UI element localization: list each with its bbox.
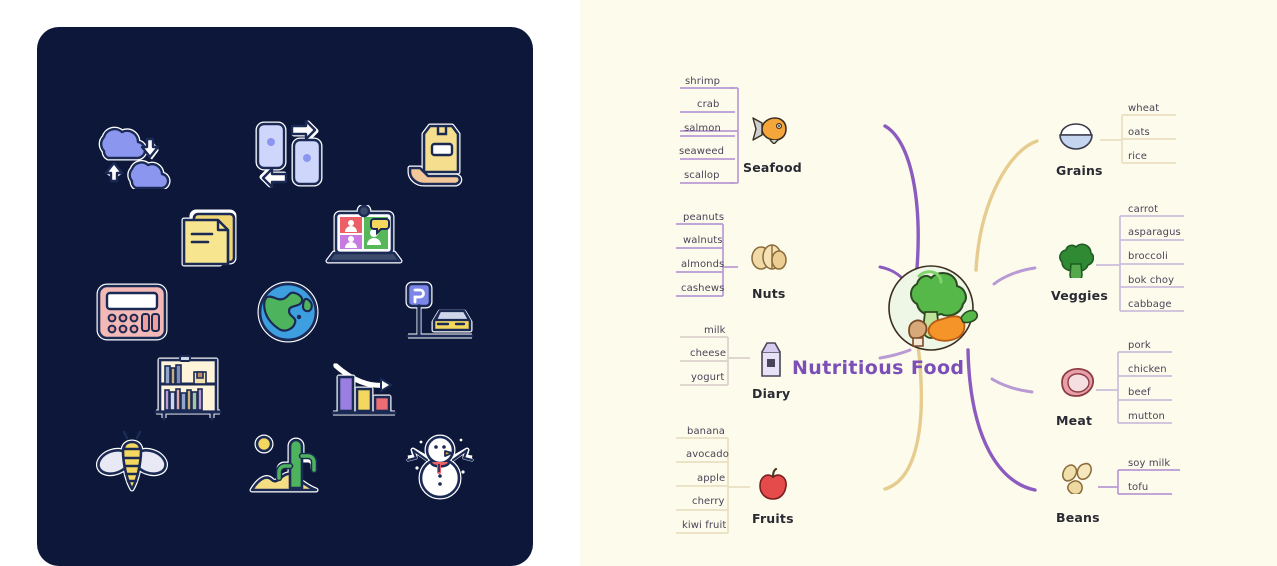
icon-set-panel xyxy=(0,0,570,566)
rice-bowl-icon xyxy=(1057,119,1095,157)
nuts-icon xyxy=(748,242,788,276)
leaf-item[interactable]: tofu xyxy=(1128,482,1148,493)
leaf-item[interactable]: asparagus xyxy=(1128,227,1181,238)
leaf-item[interactable]: kiwi fruit xyxy=(682,520,726,531)
leaf-item[interactable]: crab xyxy=(697,99,720,110)
broccoli-icon xyxy=(1058,242,1095,282)
branch-label-grains[interactable]: Grains xyxy=(1056,163,1103,178)
branch-label-nuts[interactable]: Nuts xyxy=(752,286,786,301)
branch-label-beans[interactable]: Beans xyxy=(1056,510,1100,525)
connector-meat xyxy=(990,377,1034,394)
bookshelf-icon[interactable] xyxy=(146,344,230,428)
leaf-item[interactable]: rice xyxy=(1128,151,1147,162)
beans-icon xyxy=(1058,460,1098,498)
milk-carton-icon xyxy=(756,340,786,382)
leaf-item[interactable]: walnuts xyxy=(683,235,723,246)
leaf-item[interactable]: pork xyxy=(1128,340,1151,351)
parking-car-icon[interactable] xyxy=(398,270,482,354)
leaf-item[interactable]: peanuts xyxy=(683,212,724,223)
leaf-item[interactable]: banana xyxy=(687,426,725,437)
connector-veggies xyxy=(992,266,1037,286)
leaf-item[interactable]: apple xyxy=(697,473,725,484)
leaf-item[interactable]: soy milk xyxy=(1128,458,1170,469)
bee-icon[interactable] xyxy=(90,424,174,508)
branch-label-diary[interactable]: Diary xyxy=(752,386,790,401)
center-node-title[interactable]: Nutritious Food xyxy=(792,357,964,379)
branch-label-meat[interactable]: Meat xyxy=(1056,413,1092,428)
leaf-item[interactable]: oats xyxy=(1128,127,1150,138)
apple-icon xyxy=(758,467,788,504)
globe-icon[interactable] xyxy=(246,270,330,354)
leaf-item[interactable]: wheat xyxy=(1128,103,1159,114)
branch-label-fruits[interactable]: Fruits xyxy=(752,511,794,526)
shopping-bag-hand-icon[interactable] xyxy=(398,112,482,196)
leaf-item[interactable]: cheese xyxy=(690,348,726,359)
leaf-item[interactable]: shrimp xyxy=(685,76,720,87)
snowman-icon[interactable] xyxy=(398,424,482,508)
video-call-icon[interactable] xyxy=(322,196,406,280)
desert-cactus-icon[interactable] xyxy=(246,424,330,508)
connector-grains xyxy=(974,139,1039,272)
leaf-item[interactable]: seaweed xyxy=(679,146,724,157)
leaf-item[interactable]: avocado xyxy=(686,449,729,460)
leaf-item[interactable]: scallop xyxy=(684,170,720,181)
leaf-item[interactable]: cabbage xyxy=(1128,299,1172,310)
steak-icon xyxy=(1056,366,1096,402)
leaf-item[interactable]: salmon xyxy=(684,123,721,134)
leaf-item[interactable]: broccoli xyxy=(1128,251,1168,262)
leaf-item[interactable]: almonds xyxy=(681,259,724,270)
leaf-item[interactable]: milk xyxy=(704,325,726,336)
branch-label-seafood[interactable]: Seafood xyxy=(743,160,802,175)
leaf-item[interactable]: carrot xyxy=(1128,204,1158,215)
leaf-item[interactable]: cherry xyxy=(692,496,725,507)
mindmap-panel: Nutritious Food Seafood Nuts Diary Fruit… xyxy=(580,0,1277,566)
leaf-item[interactable]: chicken xyxy=(1128,364,1167,375)
leaf-item[interactable]: yogurt xyxy=(691,372,724,383)
leaf-item[interactable]: cashews xyxy=(681,283,724,294)
branch-label-veggies[interactable]: Veggies xyxy=(1051,288,1108,303)
broccoli-carrot-mushroom-illustration xyxy=(879,258,983,362)
icon-set-card xyxy=(37,27,533,566)
phone-transfer-icon[interactable] xyxy=(248,112,332,196)
leaf-item[interactable]: bok choy xyxy=(1128,275,1174,286)
leaf-item[interactable]: mutton xyxy=(1128,411,1165,422)
connector-beans xyxy=(966,348,1037,492)
declining-chart-icon[interactable] xyxy=(322,344,406,428)
calculator-icon[interactable] xyxy=(90,270,174,354)
fish-icon xyxy=(750,114,788,148)
cloud-sync-icon[interactable] xyxy=(90,112,174,196)
leaf-item[interactable]: beef xyxy=(1128,387,1151,398)
documents-icon[interactable] xyxy=(168,196,252,280)
